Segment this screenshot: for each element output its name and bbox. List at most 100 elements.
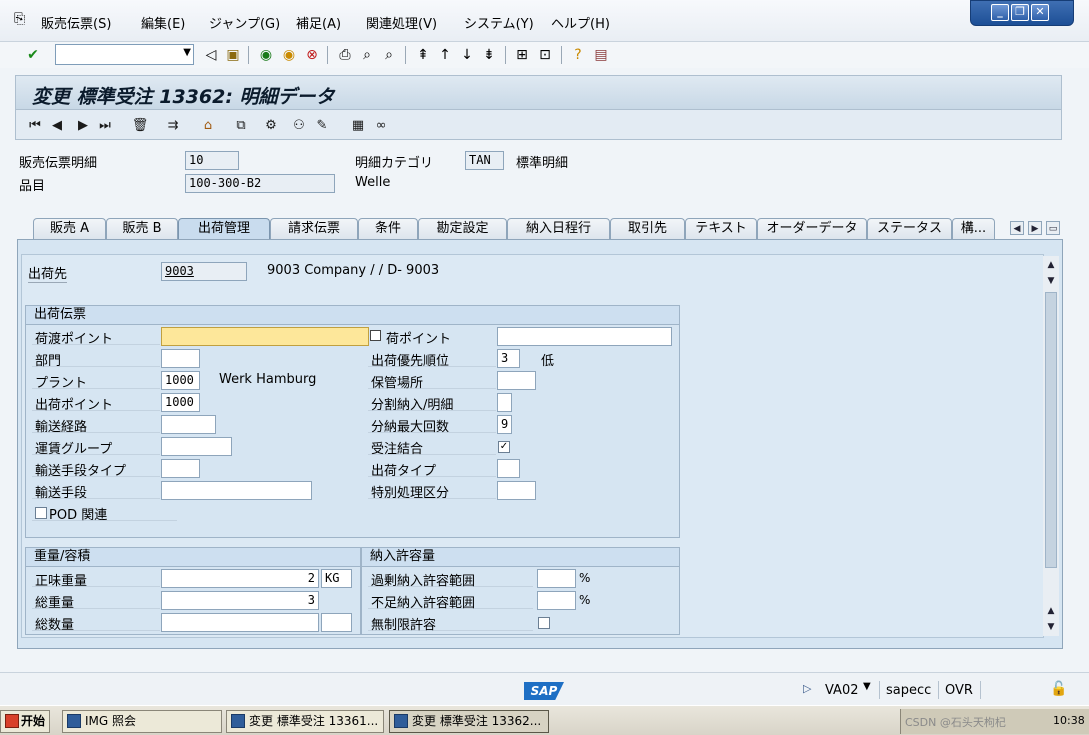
back-icon[interactable]: ◉ — [257, 46, 275, 64]
scroll-down-icon[interactable]: ▼ — [1044, 620, 1058, 634]
tab-conditions[interactable]: 条件 — [358, 218, 418, 239]
route-field[interactable] — [161, 415, 216, 434]
previous-page-icon[interactable]: ↑ — [436, 46, 454, 64]
weight-unit-field[interactable]: KG — [321, 569, 352, 588]
shipping-point-field[interactable]: 1000 — [161, 393, 200, 412]
minimize-icon[interactable]: _ — [991, 4, 1009, 21]
plant-field[interactable]: 1000 — [161, 371, 200, 390]
chevron-down-icon[interactable]: ▼ — [863, 681, 871, 692]
close-icon[interactable]: ✕ — [1031, 4, 1049, 21]
glasses-icon[interactable]: ∞ — [372, 117, 390, 135]
pod-checkbox[interactable] — [35, 507, 47, 519]
edit-notes-icon[interactable]: ✎ — [313, 117, 331, 135]
shipto-field[interactable]: 9003 — [161, 262, 247, 281]
unlimited-tolerance-checkbox[interactable] — [538, 617, 550, 629]
enter-check-icon[interactable]: ✔ — [24, 46, 42, 64]
taskbar-item-img[interactable]: IMG 照会 — [62, 710, 222, 733]
start-button[interactable]: 开始 — [0, 710, 50, 733]
taskbar-item-order-13362[interactable]: 変更 標準受注 13362... — [389, 710, 549, 733]
tab-shipping[interactable]: 出荷管理 — [178, 218, 270, 239]
scroll-up-icon[interactable]: ▲ — [1044, 258, 1058, 272]
tab-list-icon[interactable]: ▭ — [1046, 221, 1060, 235]
partial-delivery-field[interactable] — [497, 393, 512, 412]
cancel-icon[interactable]: ⊗ — [303, 46, 321, 64]
tab-scroll-right-icon[interactable]: ▶ — [1028, 221, 1042, 235]
freight-group-field[interactable] — [161, 437, 232, 456]
gross-weight-field[interactable]: 3 — [161, 591, 319, 610]
menu-environment[interactable]: 関連処理(V) — [366, 13, 437, 32]
partners-icon[interactable]: ⚇ — [290, 117, 308, 135]
max-deliveries-field[interactable]: 9 — [497, 415, 512, 434]
overdelivery-field[interactable] — [537, 569, 576, 588]
net-weight-field[interactable]: 2 — [161, 569, 319, 588]
menu-extras[interactable]: 補足(A) — [296, 13, 341, 32]
volume-field[interactable] — [161, 613, 319, 632]
menu-edit[interactable]: 編集(E) — [141, 13, 185, 32]
order-combination-checkbox[interactable]: ✓ — [498, 441, 510, 453]
tab-order-data[interactable]: オーダーデータ — [757, 218, 867, 239]
display-icon[interactable]: ⧉ — [232, 117, 250, 135]
calculator-icon[interactable]: ▦ — [349, 117, 367, 135]
loading-point-field[interactable] — [161, 327, 369, 346]
division-field[interactable] — [161, 349, 200, 368]
previous-item-icon[interactable]: ◀ — [48, 117, 66, 135]
item-category-field[interactable]: TAN — [465, 151, 504, 170]
header-icon[interactable]: ⌂ — [199, 117, 217, 135]
first-item-icon[interactable]: ⏮ — [26, 117, 44, 135]
tab-status[interactable]: ステータス — [867, 218, 952, 239]
tab-structure[interactable]: 構... — [952, 218, 995, 239]
save-icon[interactable]: ▣ — [224, 46, 242, 64]
last-item-icon[interactable]: ⏭ — [96, 117, 114, 135]
tab-texts[interactable]: テキスト — [685, 218, 757, 239]
means-field[interactable] — [161, 481, 312, 500]
delete-icon[interactable]: 🗑 — [131, 117, 149, 135]
command-field[interactable]: ▼ — [55, 44, 194, 65]
special-processing-field[interactable] — [497, 481, 536, 500]
menu-help[interactable]: ヘルプ(H) — [551, 13, 610, 32]
menu-system[interactable]: システム(Y) — [464, 13, 534, 32]
next-page-icon[interactable]: ↓ — [458, 46, 476, 64]
tab-billing[interactable]: 請求伝票 — [270, 218, 358, 239]
tab-scroll-left-icon[interactable]: ◀ — [1010, 221, 1024, 235]
next-item-icon[interactable]: ▶ — [74, 117, 92, 135]
unloading-point-field[interactable] — [497, 327, 672, 346]
means-type-field[interactable] — [161, 459, 200, 478]
layout-menu-icon[interactable]: ▤ — [592, 46, 610, 64]
tab-sales-b[interactable]: 販売 B — [106, 218, 178, 239]
vertical-scrollbar[interactable]: ▲ ▼ ▲ ▼ — [1043, 256, 1059, 636]
underdelivery-field[interactable] — [537, 591, 576, 610]
tab-partners[interactable]: 取引先 — [610, 218, 685, 239]
shortcut-icon[interactable]: ⊡ — [536, 46, 554, 64]
material-field[interactable]: 100-300-B2 — [185, 174, 335, 193]
storage-location-field[interactable] — [497, 371, 536, 390]
priority-field[interactable]: 3 — [497, 349, 520, 368]
create-session-icon[interactable]: ⊞ — [513, 46, 531, 64]
exit-icon[interactable]: ◉ — [280, 46, 298, 64]
menu-sales-document[interactable]: 販売伝票(S) — [41, 13, 111, 32]
print-icon[interactable]: ⎙ — [336, 46, 354, 64]
config-icon[interactable]: ⚙ — [262, 117, 280, 135]
help-icon[interactable]: ? — [569, 46, 587, 64]
tab-account-assignment[interactable]: 勘定設定 — [418, 218, 507, 239]
item-field[interactable]: 10 — [185, 151, 239, 170]
find-next-icon[interactable]: ⌕ — [380, 46, 398, 64]
document-flow-icon[interactable]: ⇉ — [164, 117, 182, 135]
last-page-icon[interactable]: ⇟ — [480, 46, 498, 64]
maximize-icon[interactable]: ❐ — [1011, 4, 1029, 21]
scroll-up-icon[interactable]: ▲ — [1044, 604, 1058, 618]
status-expand-icon[interactable]: ▷ — [803, 682, 811, 695]
tab-schedule-lines[interactable]: 納入日程行 — [507, 218, 610, 239]
chevron-down-icon[interactable]: ▼ — [183, 47, 191, 58]
find-icon[interactable]: ⌕ — [358, 46, 376, 64]
tab-sales-a[interactable]: 販売 A — [33, 218, 106, 239]
first-page-icon[interactable]: ⇞ — [414, 46, 432, 64]
search-help-icon[interactable] — [370, 330, 381, 341]
menu-goto[interactable]: ジャンプ(G) — [209, 13, 280, 32]
scroll-down-icon[interactable]: ▼ — [1044, 274, 1058, 288]
history-back-icon[interactable]: ◁ — [202, 46, 220, 64]
command-input[interactable] — [56, 45, 174, 62]
volume-unit-field[interactable] — [321, 613, 352, 632]
lock-icon[interactable]: 🔓 — [1050, 681, 1067, 697]
scroll-thumb[interactable] — [1045, 292, 1057, 568]
system-menu-icon[interactable]: ⎘ — [14, 11, 25, 27]
